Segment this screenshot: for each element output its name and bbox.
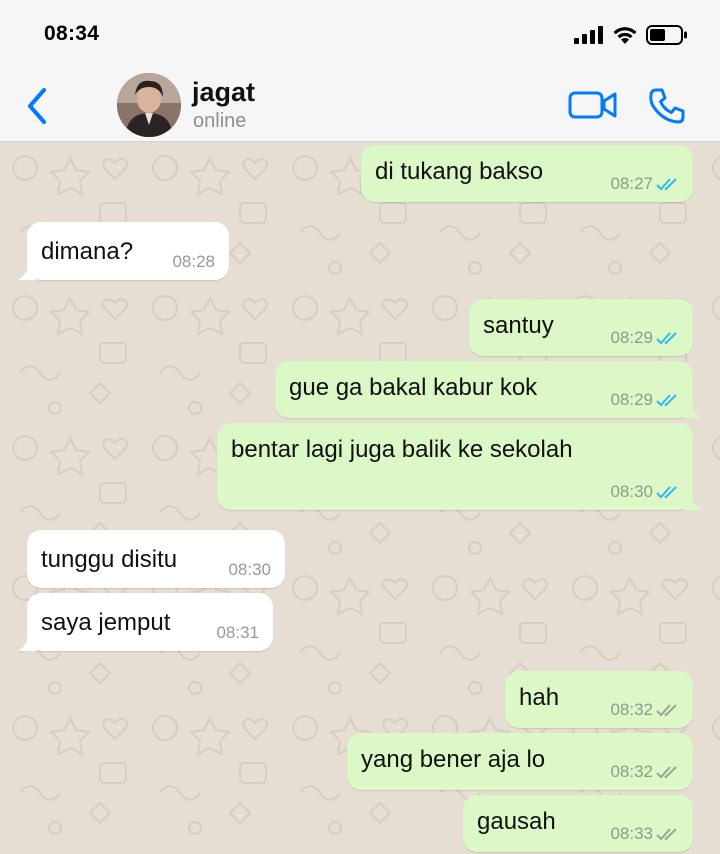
bubble-tail [18, 635, 36, 651]
message-time: 08:32 [610, 762, 653, 781]
contact-name[interactable]: jagat [192, 77, 255, 108]
message-meta: 08:32 [610, 700, 683, 720]
status-time: 08:34 [44, 22, 100, 45]
message-incoming[interactable]: dimana? 08:28 [18, 222, 229, 280]
message-text: santuy [483, 312, 554, 339]
phone-call-icon[interactable] [647, 86, 687, 126]
message-meta: 08:28 [172, 252, 215, 272]
message-time: 08:33 [610, 824, 653, 843]
message-time: 08:29 [610, 328, 653, 347]
message-meta: 08:27 [610, 174, 683, 194]
message-text: dimana? [41, 238, 134, 265]
message-meta: 08:30 [610, 482, 683, 502]
message-time: 08:27 [610, 174, 653, 193]
message-outgoing[interactable]: di tukang bakso 08:27 [361, 145, 693, 202]
message-meta: 08:29 [610, 328, 683, 348]
bubble-tail [684, 494, 702, 510]
message-outgoing[interactable]: santuy 08:29 [469, 299, 693, 356]
message-time: 08:32 [610, 700, 653, 719]
message-incoming[interactable]: tunggu disitu 08:30 [27, 530, 285, 588]
message-text: hah [519, 684, 560, 711]
signal-icon [574, 26, 603, 44]
bubble-tail [684, 402, 702, 418]
message-text: gausah [477, 808, 556, 835]
bubble-tail [18, 264, 36, 280]
message-text: gue ga bakal kabur kok [289, 374, 538, 401]
message-outgoing[interactable]: bentar lagi juga balik ke sekolah 08:30 [217, 423, 702, 510]
message-outgoing[interactable]: hah 08:32 [505, 671, 693, 728]
video-call-icon[interactable] [568, 87, 618, 123]
contact-status: online [193, 110, 247, 132]
read-double-check-icon [656, 178, 677, 191]
back-chevron-icon[interactable] [22, 86, 52, 126]
message-time: 08:28 [172, 252, 215, 271]
wifi-icon [613, 26, 637, 44]
message-text: saya jemput [41, 609, 171, 636]
status-icons [574, 24, 688, 46]
message-meta: 08:33 [610, 824, 683, 844]
message-text: yang bener aja lo [361, 746, 546, 773]
message-time: 08:29 [610, 390, 653, 409]
message-time: 08:31 [216, 623, 259, 642]
read-double-check-icon [656, 394, 677, 407]
message-outgoing[interactable]: gue ga bakal kabur kok 08:29 [275, 361, 702, 418]
delivered-double-check-icon [656, 766, 677, 779]
battery-icon [646, 25, 687, 45]
read-double-check-icon [656, 332, 677, 345]
message-outgoing[interactable]: yang bener aja lo 08:32 [347, 733, 693, 790]
message-time: 08:30 [228, 560, 271, 579]
chat-header: jagat online [0, 68, 720, 142]
message-meta: 08:31 [216, 623, 259, 643]
message-text: di tukang bakso [375, 158, 544, 185]
message-meta: 08:32 [610, 762, 683, 782]
message-time: 08:30 [610, 482, 653, 501]
contact-avatar[interactable] [117, 73, 181, 137]
message-text: bentar lagi juga balik ke sekolah [231, 436, 573, 463]
message-outgoing[interactable]: gausah 08:33 [463, 795, 693, 852]
delivered-double-check-icon [656, 704, 677, 717]
message-text: tunggu disitu [41, 546, 178, 573]
read-double-check-icon [656, 486, 677, 499]
message-incoming[interactable]: saya jemput 08:31 [18, 593, 273, 651]
message-meta: 08:30 [228, 560, 271, 580]
delivered-double-check-icon [656, 828, 677, 841]
status-bar: 08:34 [0, 0, 720, 68]
message-meta: 08:29 [610, 390, 683, 410]
chat-area[interactable]: di tukang bakso 08:27 dimana? 08:28 sant… [0, 143, 720, 854]
